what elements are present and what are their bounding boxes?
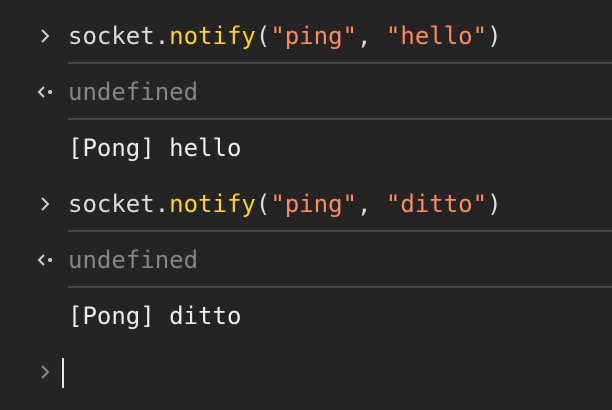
chevron-right-icon [32, 8, 58, 64]
console-result-row: undefined [0, 232, 612, 288]
console-input-row: socket.notify("ping", "hello") [0, 8, 612, 64]
console-result-value: undefined [68, 78, 199, 106]
console-log-message: [Pong] ditto [68, 302, 242, 330]
code-comma: , [357, 190, 386, 218]
code-arg-2: "ditto" [385, 190, 488, 218]
code-open-paren: ( [255, 22, 271, 50]
text-cursor [62, 358, 64, 388]
console-input-code: socket.notify("ping", "ditto") [68, 176, 502, 232]
console-log-message: [Pong] hello [68, 134, 242, 162]
code-comma: , [357, 22, 386, 50]
code-arg-1: "ping" [270, 190, 358, 218]
code-close-paren: ) [487, 22, 502, 50]
console-prompt-row[interactable] [0, 344, 612, 400]
return-arrow-icon [32, 232, 58, 288]
console-panel: socket.notify("ping", "hello") undefined… [0, 0, 612, 410]
console-input-row: socket.notify("ping", "ditto") [0, 176, 612, 232]
code-arg-1: "ping" [270, 22, 358, 50]
code-open-paren: ( [255, 190, 271, 218]
chevron-right-icon [32, 344, 58, 400]
code-object: socket [68, 22, 155, 50]
console-log-row: [Pong] ditto [0, 288, 612, 344]
console-input-code: socket.notify("ping", "hello") [68, 8, 502, 64]
code-dot: . [154, 190, 170, 218]
code-method: notify [169, 22, 256, 50]
chevron-right-icon [32, 176, 58, 232]
code-dot: . [154, 22, 170, 50]
code-arg-2: "hello" [385, 22, 488, 50]
console-log-row: [Pong] hello [0, 120, 612, 176]
console-result-row: undefined [0, 64, 612, 120]
code-close-paren: ) [487, 190, 502, 218]
return-arrow-icon [32, 64, 58, 120]
console-result-value: undefined [68, 246, 199, 274]
code-method: notify [169, 190, 256, 218]
code-object: socket [68, 190, 155, 218]
